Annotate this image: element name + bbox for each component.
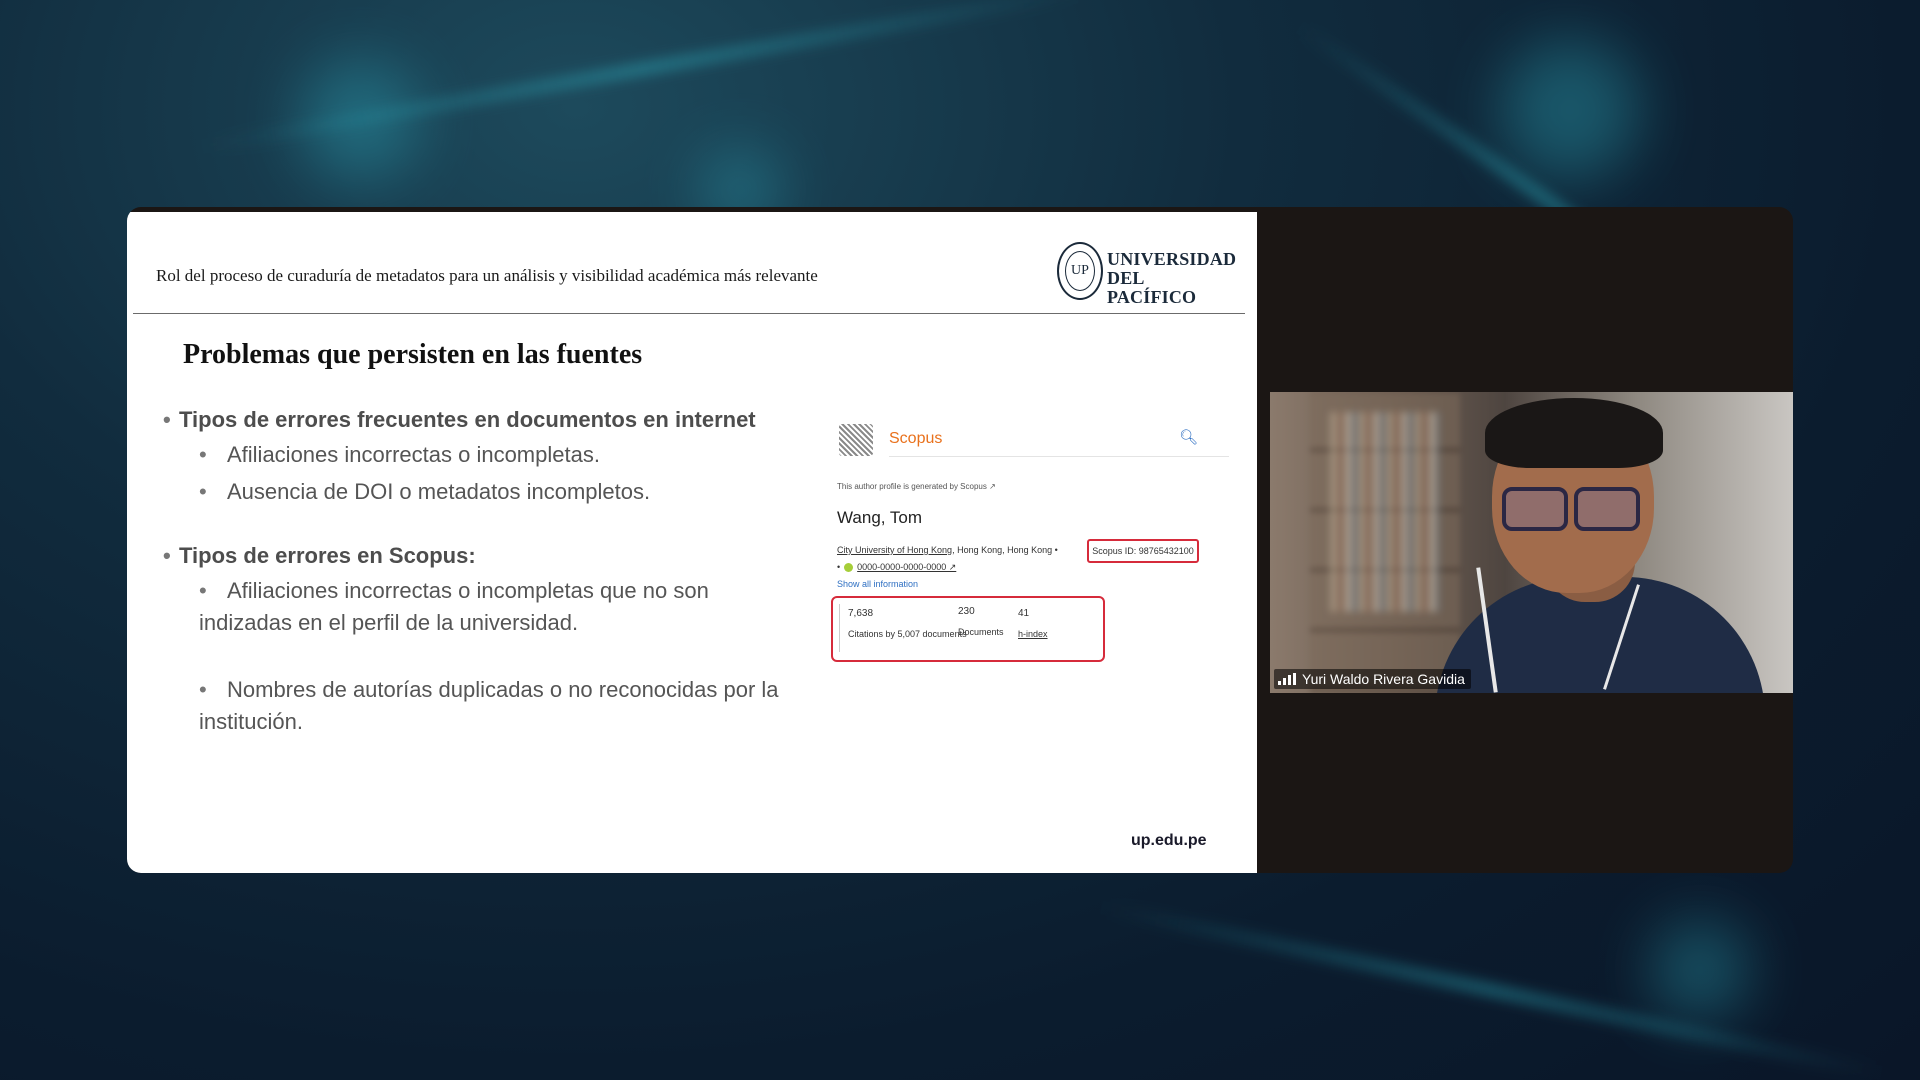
participant-hair <box>1485 398 1663 468</box>
metric-documents: 230 Documents <box>958 606 1004 637</box>
author-affiliation: City University of Hong Kong, Hong Kong,… <box>837 545 1058 555</box>
background-glow <box>1650 920 1750 1020</box>
background-line <box>1098 900 1884 1080</box>
show-all-information-link: Show all information <box>837 579 919 589</box>
signal-strength-icon <box>1278 673 1296 685</box>
sub-bullet-item: • Nombres de autorías duplicadas o no rec… <box>199 677 779 734</box>
slide-header-text: Rol del proceso de curaduría de metadato… <box>156 266 818 285</box>
search-icon: 🔍︎ <box>1179 429 1199 446</box>
sub-bullet-item: • Ausencia de DOI o metadatos incompletos… <box>199 479 651 504</box>
orcid-line: • 0000-0000-0000-0000 ↗ <box>837 562 957 573</box>
scopus-brand: Scopus <box>889 430 943 447</box>
metric-citations: 7,638 Citations by 5,007 documents <box>848 608 967 639</box>
participant-name: Yuri Waldo Rivera Gavidia <box>1302 671 1465 687</box>
author-name: Wang, Tom <box>837 508 923 527</box>
sub-bullet-item: • Afiliaciones incorrectas o incompletas … <box>199 578 709 635</box>
participant-video-tile[interactable]: Yuri Waldo Rivera Gavidia <box>1270 392 1793 693</box>
header-divider <box>133 313 1245 314</box>
meeting-frame: Rol del proceso de curaduría de metadato… <box>127 207 1793 873</box>
orcid-icon <box>844 563 854 573</box>
profile-note: This author profile is generated by Scop… <box>837 482 996 491</box>
scopus-id-highlight: Scopus ID: 98765432100 <box>1087 539 1199 563</box>
glasses-icon <box>1574 487 1640 531</box>
scopus-profile-screenshot: Scopus 🔍︎ This author profile is generat… <box>831 422 1229 672</box>
shared-slide: Rol del proceso de curaduría de metadato… <box>127 212 1257 873</box>
university-logo: UP UNIVERSIDAD DEL PACÍFICO <box>1057 242 1237 307</box>
footer-url: up.edu.pe <box>1131 832 1207 849</box>
bullet-item: • Tipos de errores frecuentes en document… <box>163 407 756 432</box>
university-seal-icon: UP <box>1057 242 1103 300</box>
sub-bullet-item: • Afiliaciones incorrectas o incompletas. <box>199 442 600 467</box>
glasses-icon <box>1502 487 1568 531</box>
slide-title: Problemas que persisten en las fuentes <box>183 339 643 370</box>
participant-name-label: Yuri Waldo Rivera Gavidia <box>1274 669 1471 689</box>
video-books <box>1330 412 1440 612</box>
scopus-header-divider <box>889 456 1229 457</box>
background-glow <box>1500 40 1640 180</box>
bullet-item: • Tipos de errores en Scopus: <box>163 543 476 568</box>
logo-text: UNIVERSIDAD DEL PACÍFICO <box>1107 249 1237 307</box>
elsevier-tree-icon <box>839 424 873 456</box>
metrics-highlight: 7,638 Citations by 5,007 documents 230 Doc… <box>831 596 1105 662</box>
metric-h-index: 41 h-index <box>1018 608 1048 639</box>
